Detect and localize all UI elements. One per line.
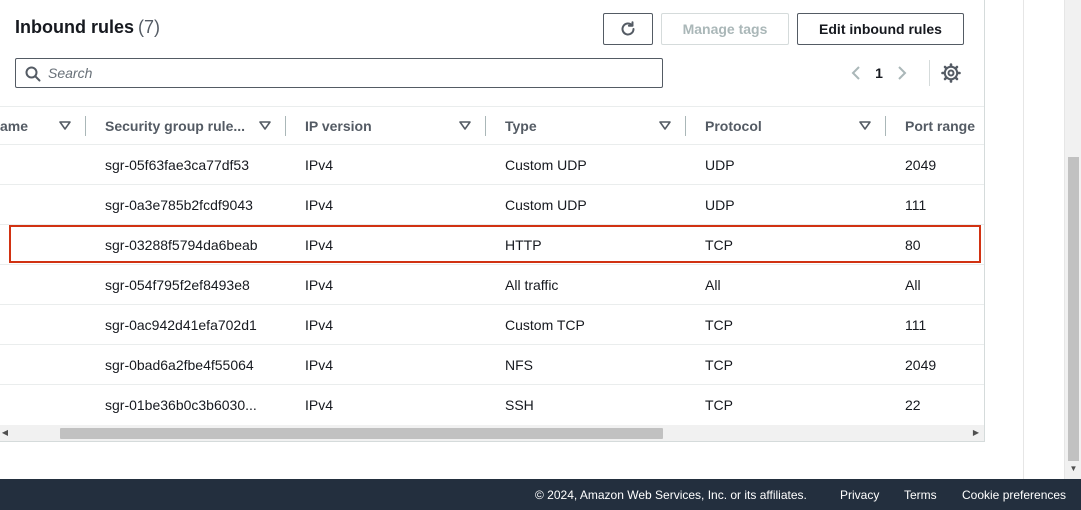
privacy-link[interactable]: Privacy	[840, 488, 879, 502]
column-label: Security group rule...	[105, 118, 246, 134]
rule-count: (7)	[138, 17, 160, 37]
protocol-cell: TCP	[705, 317, 733, 333]
chevron-right-icon[interactable]	[891, 62, 913, 84]
port-range-cell: 111	[905, 197, 927, 213]
ip-version-cell: IPv4	[305, 317, 334, 333]
rule-id-cell: sgr-03288f5794da6beab	[105, 237, 258, 253]
rule-id-cell: sgr-01be36b0c3b6030...	[105, 397, 257, 413]
scrollbar-thumb[interactable]	[60, 428, 663, 439]
protocol-cell: TCP	[705, 357, 733, 373]
column-label: IP version	[305, 118, 372, 134]
column-divider[interactable]	[685, 116, 686, 136]
column-label: ame	[0, 118, 29, 134]
cookie-preferences-link[interactable]: Cookie preferences	[962, 488, 1066, 502]
rule-id-cell: sgr-05f63fae3ca77df53	[105, 157, 249, 173]
sort-down-icon[interactable]	[259, 121, 271, 131]
protocol-cell: UDP	[705, 157, 735, 173]
scroll-down-icon[interactable]: ▼	[1068, 464, 1079, 474]
port-range-cell: 22	[905, 397, 921, 413]
ip-version-cell: IPv4	[305, 397, 334, 413]
protocol-cell: UDP	[705, 197, 735, 213]
type-cell: HTTP	[505, 237, 542, 253]
rule-id-cell: sgr-054f795f2ef8493e8	[105, 277, 250, 293]
column-label: Protocol	[705, 118, 762, 134]
scroll-right-icon[interactable]: ▶	[971, 428, 981, 438]
ip-version-cell: IPv4	[305, 357, 334, 373]
protocol-cell: TCP	[705, 237, 733, 253]
search-input[interactable]	[48, 63, 648, 83]
column-divider[interactable]	[885, 116, 886, 136]
type-cell: SSH	[505, 397, 534, 413]
vertical-scrollbar[interactable]: ▼	[1064, 0, 1081, 479]
sort-down-icon[interactable]	[459, 121, 471, 131]
content-divider	[1023, 0, 1024, 479]
scroll-left-icon[interactable]: ◀	[0, 428, 10, 438]
table-row[interactable]: sgr-0bad6a2fbe4f55064 IPv4 NFS TCP 2049	[0, 345, 984, 385]
manage-tags-button[interactable]: Manage tags	[661, 13, 789, 45]
column-header-name[interactable]: ame	[0, 107, 80, 145]
refresh-icon	[621, 21, 635, 36]
current-page[interactable]: 1	[871, 65, 887, 81]
scrollbar-thumb[interactable]	[1068, 157, 1079, 461]
edit-inbound-rules-button[interactable]: Edit inbound rules	[797, 13, 964, 45]
table-row[interactable]: sgr-0ac942d41efa702d1 IPv4 Custom TCP TC…	[0, 305, 984, 345]
page-title: Inbound rules (7)	[15, 17, 160, 38]
column-divider[interactable]	[285, 116, 286, 136]
table-row[interactable]: sgr-054f795f2ef8493e8 IPv4 All traffic A…	[0, 265, 984, 305]
ip-version-cell: IPv4	[305, 277, 334, 293]
column-header-ip-version[interactable]: IP version	[305, 107, 475, 145]
copyright-text: © 2024, Amazon Web Services, Inc. or its…	[535, 488, 807, 502]
sort-down-icon[interactable]	[859, 121, 871, 131]
type-cell: Custom TCP	[505, 317, 585, 333]
sort-down-icon[interactable]	[659, 121, 671, 131]
search-box[interactable]	[15, 58, 663, 88]
port-range-cell: 2049	[905, 157, 937, 173]
terms-link[interactable]: Terms	[904, 488, 937, 502]
type-cell: NFS	[505, 357, 533, 373]
gear-icon[interactable]	[941, 63, 961, 83]
divider	[929, 60, 930, 86]
port-range-cell: 111	[905, 317, 927, 333]
footer: © 2024, Amazon Web Services, Inc. or its…	[0, 479, 1081, 510]
horizontal-scrollbar[interactable]: ◀ ▶	[0, 425, 984, 441]
table-header: ame Security group rule... IP version Ty…	[0, 106, 984, 145]
column-label: Type	[505, 118, 537, 134]
ip-version-cell: IPv4	[305, 157, 334, 173]
protocol-cell: All	[705, 277, 721, 293]
sort-down-icon[interactable]	[59, 121, 71, 131]
title-text: Inbound rules	[15, 17, 134, 37]
rule-id-cell: sgr-0bad6a2fbe4f55064	[105, 357, 254, 373]
rule-id-cell: sgr-0ac942d41efa702d1	[105, 317, 257, 333]
ip-version-cell: IPv4	[305, 197, 334, 213]
column-label: Port range	[905, 118, 976, 134]
table-row[interactable]: sgr-0a3e785b2fcdf9043 IPv4 Custom UDP UD…	[0, 185, 984, 225]
column-header-security-group-rule[interactable]: Security group rule...	[105, 107, 275, 145]
rule-id-cell: sgr-0a3e785b2fcdf9043	[105, 197, 253, 213]
table-row[interactable]: sgr-03288f5794da6beab IPv4 HTTP TCP 80	[0, 225, 984, 265]
port-range-cell: 80	[905, 237, 921, 253]
inbound-rules-panel: Inbound rules (7) Manage tags Edit inboun…	[0, 0, 985, 442]
type-cell: Custom UDP	[505, 157, 587, 173]
column-header-type[interactable]: Type	[505, 107, 675, 145]
pagination: 1	[845, 62, 913, 84]
protocol-cell: TCP	[705, 397, 733, 413]
search-icon	[25, 66, 41, 82]
refresh-button[interactable]	[603, 13, 653, 45]
type-cell: Custom UDP	[505, 197, 587, 213]
column-divider[interactable]	[485, 116, 486, 136]
table-row[interactable]: sgr-01be36b0c3b6030... IPv4 SSH TCP 22	[0, 385, 984, 425]
column-header-port-range[interactable]: Port range	[905, 107, 984, 145]
table-row[interactable]: sgr-05f63fae3ca77df53 IPv4 Custom UDP UD…	[0, 145, 984, 185]
chevron-left-icon[interactable]	[845, 62, 867, 84]
ip-version-cell: IPv4	[305, 237, 334, 253]
column-header-protocol[interactable]: Protocol	[705, 107, 875, 145]
port-range-cell: All	[905, 277, 921, 293]
column-divider[interactable]	[85, 116, 86, 136]
port-range-cell: 2049	[905, 357, 937, 373]
type-cell: All traffic	[505, 277, 559, 293]
